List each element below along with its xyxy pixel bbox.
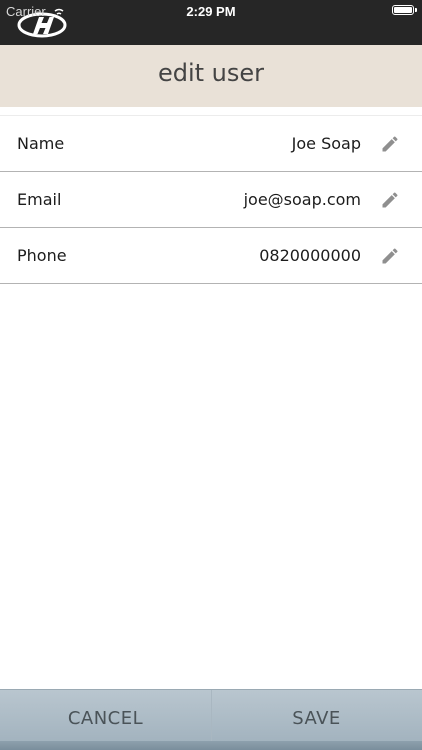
field-row-phone[interactable]: Phone 0820000000 [0, 228, 422, 284]
email-label: Email [17, 190, 62, 209]
page-title: edit user [157, 59, 265, 87]
pencil-icon[interactable] [380, 134, 400, 154]
name-label: Name [17, 134, 65, 153]
status-bar: Carrier 2:29 PM [0, 0, 422, 45]
home-indicator-area [0, 741, 422, 750]
phone-label: Phone [17, 246, 67, 265]
pencil-icon[interactable] [380, 246, 400, 266]
field-row-email[interactable]: Email joe@soap.com [0, 172, 422, 228]
pencil-icon[interactable] [380, 190, 400, 210]
field-row-name[interactable]: Name Joe Soap [0, 116, 422, 172]
status-time: 2:29 PM [186, 4, 236, 19]
battery-icon [392, 5, 417, 15]
name-value: Joe Soap [291, 134, 361, 153]
phone-value: 0820000000 [259, 246, 361, 265]
page-header: edit user [0, 45, 422, 107]
email-value: joe@soap.com [243, 190, 361, 209]
